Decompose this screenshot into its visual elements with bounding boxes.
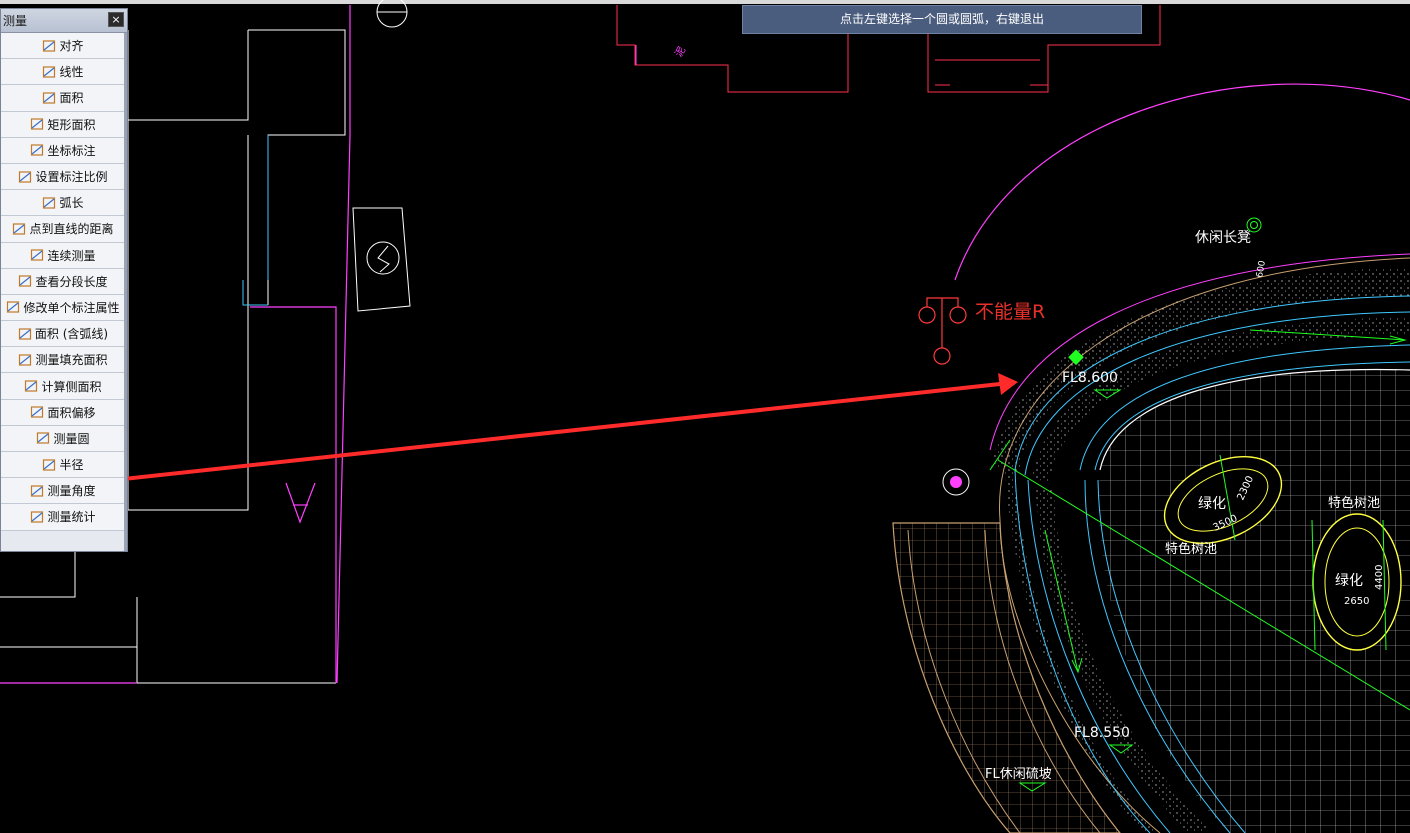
bottom-overlap-label: FL休闲硫坡	[985, 767, 1052, 782]
annotation-arrow	[104, 373, 1018, 483]
pool-left-caption: 特色树池	[1165, 541, 1217, 557]
palette-item-label: 测量圆	[53, 431, 90, 446]
cad-drawing-canvas[interactable]: 泥 休闲长凳 600 FL8.600 FL8.550 绿化 2300 3500 …	[0, 0, 1410, 833]
elevation-label-lower: FL8.550	[1074, 725, 1130, 741]
arc-area-icon	[18, 327, 32, 341]
pool-right-green-label: 绿化	[1335, 573, 1363, 589]
palette-item-7[interactable]: 弧长	[1, 190, 125, 217]
palette-item-3[interactable]: 面积	[1, 85, 125, 112]
palette-tool-list: 对齐线性面积矩形面积坐标标注设置标注比例 弧长点到直线的距离 连续测量查看分段长度修…	[1, 33, 125, 531]
bench-label: 休闲长凳	[1195, 230, 1251, 246]
palette-item-label: 半径	[59, 458, 84, 473]
palette-item-19[interactable]: 测量统计	[1, 504, 125, 531]
palette-item-label: 矩形面积	[47, 117, 96, 132]
angle-icon	[30, 484, 44, 498]
radius-icon	[42, 458, 56, 472]
cannot-measure-annotation: 不能量R	[975, 301, 1046, 323]
palette-item-10[interactable]: 查看分段长度	[1, 268, 125, 295]
palette-item-label: 设置标注比例	[35, 170, 108, 185]
palette-item-5[interactable]: 坐标标注	[1, 137, 125, 164]
top-small-label: 泥	[672, 44, 688, 59]
palette-item-15[interactable]: 面积偏移	[1, 399, 125, 426]
palette-item-label: 坐标标注	[47, 143, 96, 158]
palette-item-label: 查看分段长度	[35, 274, 108, 289]
palette-item-label: 连续测量	[47, 248, 96, 263]
bench-marker-inner	[1250, 221, 1258, 229]
pool-left-green-label: 绿化	[1198, 496, 1226, 512]
palette-close-button[interactable]: ×	[108, 12, 124, 27]
pool-right-dim-b: 2650	[1344, 596, 1369, 607]
aligned-dimension-icon	[42, 39, 56, 53]
area-icon	[42, 91, 56, 105]
coordinate-icon	[30, 143, 44, 157]
statistics-icon	[30, 510, 44, 524]
palette-item-label: 修改单个标注属性	[23, 300, 120, 315]
hatch-area-icon	[18, 353, 32, 367]
palette-item-label: 对齐	[59, 39, 84, 54]
palette-item-2[interactable]: 线性	[1, 59, 125, 86]
palette-title: 测量	[3, 14, 28, 28]
palette-item-13[interactable]: 测量填充面积	[1, 347, 125, 374]
palette-item-label: 测量填充面积	[35, 353, 108, 368]
palette-scrollbar[interactable]	[124, 33, 127, 551]
segment-length-icon	[18, 274, 32, 288]
scale-icon	[18, 170, 32, 184]
palette-item-16[interactable]: 测量圆	[1, 425, 125, 452]
palette-item-label: 弧长	[59, 196, 84, 211]
palette-item-label: 线性	[59, 65, 84, 80]
palette-titlebar[interactable]: 测量 ×	[1, 9, 127, 33]
palette-item-label: 测量角度	[47, 484, 96, 499]
palette-item-label: 面积 (含弧线)	[34, 327, 109, 342]
palette-item-12[interactable]: 面积 (含弧线)	[1, 321, 125, 348]
measure-circle-icon	[36, 431, 50, 445]
palette-item-4[interactable]: 矩形面积	[1, 111, 125, 138]
arc-length-icon	[42, 196, 56, 210]
pool-right-dim-a: 4400	[1374, 565, 1385, 590]
palette-item-9[interactable]: 连续测量	[1, 242, 125, 269]
elevation-label-upper: FL8.600	[1062, 370, 1118, 386]
outer-arc	[954, 83, 1410, 281]
lamp-symbol	[918, 297, 967, 365]
linear-dimension-icon	[42, 65, 56, 79]
edit-dimension-icon	[6, 300, 20, 314]
building-cyan-lines	[242, 135, 269, 306]
pink-light-symbol	[942, 468, 970, 496]
palette-item-8[interactable]: 点到直线的距离	[1, 216, 125, 243]
continuous-measure-icon	[30, 248, 44, 262]
pool-right-caption: 特色树池	[1328, 495, 1380, 511]
palette-item-label: 计算侧面积	[41, 379, 102, 394]
top-circle-symbol	[376, 0, 408, 28]
palette-item-6[interactable]: 设置标注比例	[1, 163, 125, 191]
rect-area-icon	[30, 117, 44, 131]
area-offset-icon	[30, 405, 44, 419]
measure-tool-palette[interactable]: 测量 × 对齐线性面积矩形面积坐标标注设置标注比例 弧长点到直线的距离 连续测量查看…	[0, 8, 128, 552]
command-prompt-tooltip: 点击左键选择一个圆或圆弧，右键退出	[742, 5, 1142, 34]
palette-item-11[interactable]: 修改单个标注属性	[1, 294, 125, 322]
palette-item-17[interactable]: 半径	[1, 452, 125, 479]
palette-item-label: 点到直线的距离	[29, 222, 114, 237]
palette-item-18[interactable]: 测量角度	[1, 478, 125, 505]
palette-item-1[interactable]: 对齐	[1, 33, 125, 60]
palette-item-label: 面积偏移	[47, 405, 96, 420]
palette-item-label: 面积	[59, 91, 84, 106]
point-line-distance-icon	[12, 222, 26, 236]
side-area-icon	[24, 379, 38, 393]
palette-item-14[interactable]: 计算侧面积	[1, 373, 125, 400]
palette-item-label: 测量统计	[47, 510, 96, 525]
